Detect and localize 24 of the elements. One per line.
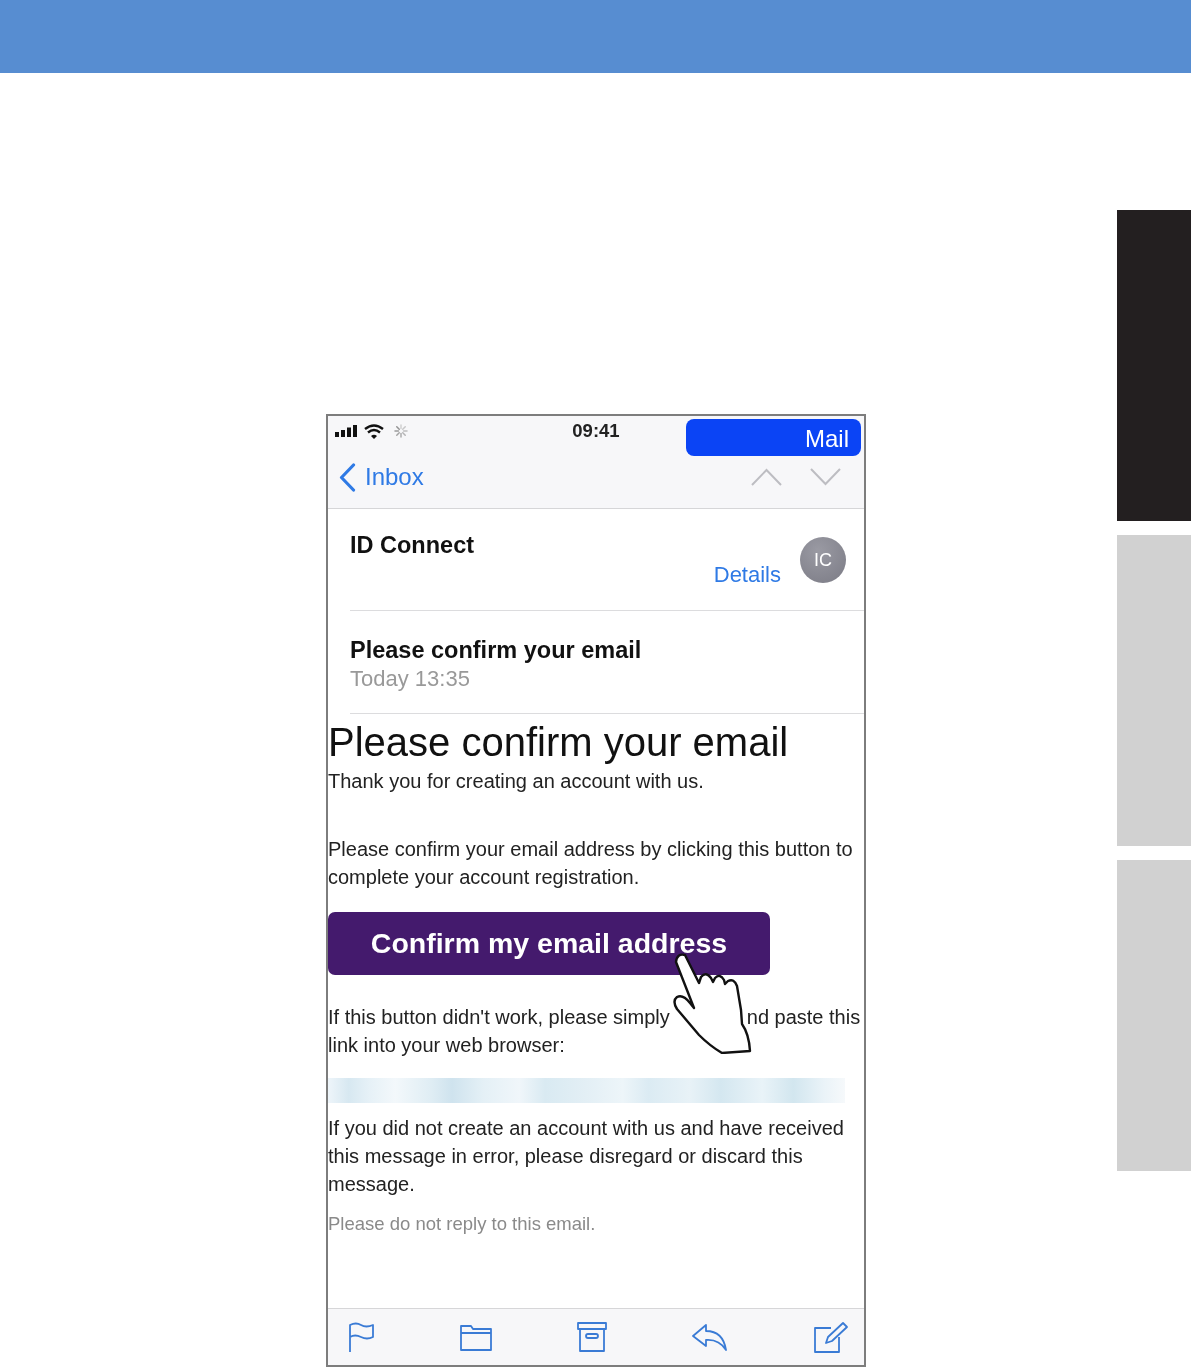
status-time: 09:41: [572, 420, 620, 442]
wifi-icon: [364, 423, 384, 439]
subject-title: Please confirm your email: [350, 636, 642, 664]
folder-icon[interactable]: [460, 1323, 492, 1351]
no-reply-note: Please do not reply to this email.: [328, 1212, 596, 1236]
email-heading: Please confirm your email: [328, 720, 789, 764]
flag-icon[interactable]: [348, 1321, 375, 1353]
body-paragraph: If this button didn't work, please simply nd paste this link into your web browser:: [328, 1005, 862, 1058]
details-link[interactable]: Details: [713, 562, 781, 588]
message-date: Today 13:35: [350, 665, 470, 693]
reply-icon[interactable]: [692, 1323, 728, 1351]
body-paragraph: If you did not create an account with us and have received this message in error, please disregard or discard this message.: [328, 1116, 845, 1197]
compose-icon[interactable]: [813, 1321, 849, 1353]
chevron-left-icon: [338, 462, 356, 492]
archive-box-icon[interactable]: [577, 1322, 607, 1352]
signal-icon: [335, 425, 358, 437]
confirm-email-button[interactable]: Confirm my email address: [328, 912, 770, 975]
body-paragraph: Please confirm your email address by clicking this button to complete your account registration.: [328, 837, 854, 890]
back-button[interactable]: Inbox: [338, 462, 424, 492]
return-to-app-button[interactable]: Mail: [686, 419, 861, 456]
sender-avatar: IC: [800, 537, 846, 583]
body-paragraph: Thank you for creating an account with us.: [328, 769, 704, 794]
sender-name: ID Connect: [350, 531, 475, 559]
spinner-icon: [394, 424, 408, 438]
